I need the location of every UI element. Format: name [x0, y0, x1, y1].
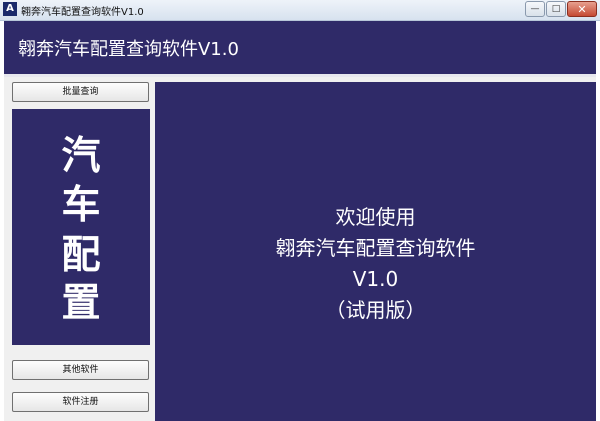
window-titlebar[interactable]: A 翱奔汽车配置查询软件V1.0 — □ ✕ [0, 0, 600, 21]
register-software-button[interactable]: 软件注册 [12, 392, 149, 412]
minimize-button[interactable]: — [525, 1, 545, 17]
sidebar-title-panel: 汽 车 配 置 [12, 109, 150, 345]
other-software-button[interactable]: 其他软件 [12, 360, 149, 380]
maximize-button[interactable]: □ [546, 1, 566, 17]
welcome-app-name: 翱奔汽车配置查询软件 [275, 236, 476, 260]
window-title: 翱奔汽车配置查询软件V1.0 [21, 7, 144, 18]
sidebar-title-char: 车 [61, 182, 101, 228]
sidebar-title-char: 汽 [61, 133, 101, 179]
welcome-heading: 欢迎使用 [335, 205, 416, 229]
batch-query-button[interactable]: 批量查询 [12, 82, 149, 102]
welcome-panel: 欢迎使用 翱奔汽车配置查询软件 V1.0 （试用版） [155, 82, 596, 421]
app-header: 翱奔汽车配置查询软件V1.0 [4, 21, 596, 74]
app-icon: A [3, 2, 17, 16]
welcome-version: V1.0 [352, 267, 399, 291]
header-title: 翱奔汽车配置查询软件V1.0 [18, 39, 239, 60]
sidebar-title-char: 配 [61, 232, 101, 278]
close-button[interactable]: ✕ [567, 1, 597, 17]
sidebar-title-char: 置 [61, 280, 101, 326]
welcome-edition: （试用版） [325, 298, 426, 322]
